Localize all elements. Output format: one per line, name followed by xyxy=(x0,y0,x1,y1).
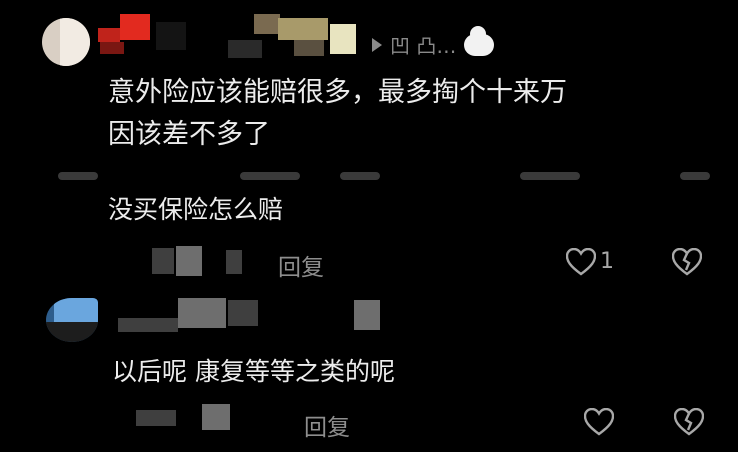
heart-icon[interactable] xyxy=(566,248,596,276)
reply-text-2: 以后呢 康复等等之类的呢 xyxy=(112,357,395,386)
cut-off-row xyxy=(40,172,710,182)
broken-heart-icon[interactable] xyxy=(672,248,702,276)
commenter-avatar[interactable] xyxy=(42,18,90,66)
play-triangle-icon xyxy=(372,37,382,52)
like-count: 1 xyxy=(600,249,614,274)
reply-text: 没买保险怎么赔 xyxy=(108,195,284,224)
redacted-username-2[interactable] xyxy=(118,318,178,332)
redacted-username-part xyxy=(176,246,202,276)
comment-meta-text: 凹 凸… xyxy=(390,34,457,58)
redacted-username[interactable] xyxy=(152,248,174,274)
redacted-time-2 xyxy=(136,410,176,426)
redacted-username-2-part xyxy=(178,298,226,328)
redacted-time xyxy=(226,250,242,274)
comment-meta-row: 凹 凸… xyxy=(372,25,495,59)
reply-button-2[interactable]: 回复 xyxy=(304,408,350,442)
redacted-time-2-part xyxy=(202,404,230,430)
commenter-username-redacted[interactable] xyxy=(98,14,358,60)
comment-text: 意外险应该能赔很多，最多掏个十来万 因该差不多了 xyxy=(108,72,708,156)
heart-icon[interactable] xyxy=(584,408,614,436)
broken-heart-icon[interactable] xyxy=(674,408,704,436)
commenter-avatar-2[interactable] xyxy=(46,298,98,342)
redacted-username-2-part-b xyxy=(228,300,258,326)
redacted-badge xyxy=(354,300,380,330)
comment-text-line-2: 因该差不多了 xyxy=(108,119,270,150)
reply-button[interactable]: 回复 xyxy=(278,248,324,282)
cloud-icon xyxy=(464,25,495,56)
comment-text-line-1: 意外险应该能赔很多，最多掏个十来万 xyxy=(108,77,567,108)
